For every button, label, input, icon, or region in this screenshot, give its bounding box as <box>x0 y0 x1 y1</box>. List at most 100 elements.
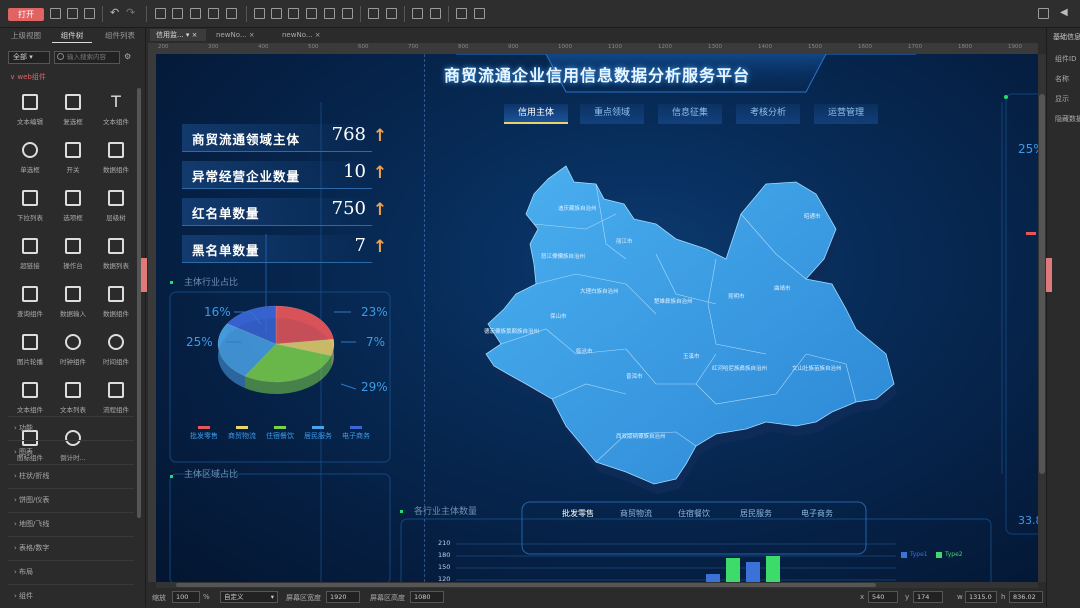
publish-icon[interactable]: ◀ <box>1060 7 1068 18</box>
category-item[interactable]: › 地图/飞线 <box>8 512 134 536</box>
web-group-header[interactable]: ∨ web组件 <box>10 72 46 82</box>
nav-credit-subject[interactable]: 信用主体 <box>504 104 568 124</box>
zoom-input[interactable]: 100 <box>172 591 200 603</box>
widget-data-list[interactable]: 数据列表 <box>96 238 136 282</box>
tab-doc-1[interactable]: 信用监... ▾ × <box>150 29 206 41</box>
x-input[interactable]: 540 <box>868 591 898 603</box>
scroll-thumb[interactable] <box>176 583 876 587</box>
align-vcenter-icon[interactable] <box>324 8 335 19</box>
align-hcenter-icon[interactable] <box>271 8 282 19</box>
distribute-h-icon[interactable] <box>368 8 379 19</box>
bring-front-icon[interactable] <box>412 8 423 19</box>
category-item[interactable]: › 柱状/折线 <box>8 464 134 488</box>
bottom-tab[interactable]: 批发零售 <box>562 508 594 519</box>
align-top-icon[interactable] <box>306 8 317 19</box>
widget-clock[interactable]: 时钟组件 <box>53 334 93 378</box>
bottom-tab[interactable]: 居民服务 <box>740 508 772 519</box>
widget-text-component[interactable]: T 文本组件 <box>96 94 136 138</box>
width-input[interactable]: 1920 <box>326 591 360 603</box>
category-item[interactable]: › 布局 <box>8 560 134 584</box>
align-right-edge-icon[interactable] <box>288 8 299 19</box>
nav-assessment[interactable]: 考核分析 <box>736 104 800 124</box>
component-panel: 上级视图 组件树 组件列表 全部 ▾ 输入搜索内容 ⚙ ∨ web组件 文本编辑… <box>0 28 146 607</box>
left-collapse-handle[interactable] <box>141 258 147 292</box>
category-item[interactable]: › 饼图/仪表 <box>8 488 134 512</box>
yunnan-map[interactable] <box>485 165 897 494</box>
widget-hyperlink[interactable]: 超链接 <box>10 238 50 282</box>
save-as-icon[interactable] <box>67 8 78 19</box>
widget-query[interactable]: 查询组件 <box>10 286 50 330</box>
align-right-icon[interactable] <box>226 8 237 19</box>
filter-select[interactable]: 全部 ▾ <box>8 51 50 64</box>
widget-tree[interactable]: 层级树 <box>96 190 136 234</box>
prop-visible[interactable]: 显示 <box>1055 94 1080 104</box>
left-scrollbar[interactable] <box>137 88 141 518</box>
align-bottom-icon[interactable] <box>342 8 353 19</box>
category-item[interactable]: › 图表 <box>8 440 134 464</box>
ruler-tick: 1500 <box>808 44 822 50</box>
preview-icon[interactable] <box>1038 8 1049 19</box>
pie-slice[interactable] <box>275 305 334 345</box>
undo-icon[interactable]: ↶ <box>110 6 119 19</box>
distribute-v-icon[interactable] <box>386 8 397 19</box>
redo-icon[interactable]: ↷ <box>126 6 135 19</box>
y-input[interactable]: 174 <box>913 591 943 603</box>
category-item[interactable]: › 表格/数字 <box>8 536 134 560</box>
align-center-icon[interactable] <box>208 8 219 19</box>
nav-key-field[interactable]: 重点领域 <box>580 104 644 124</box>
up-arrow-icon: ↑ <box>372 200 388 220</box>
widget-dropdown[interactable]: 下拉列表 <box>10 190 50 234</box>
widget-data-input[interactable]: 数据输入 <box>53 286 93 330</box>
send-back-icon[interactable] <box>430 8 441 19</box>
widget-label: 复选框 <box>63 118 83 126</box>
nav-operations[interactable]: 运营管理 <box>814 104 878 124</box>
widget-option-box[interactable]: 选项框 <box>53 190 93 234</box>
scroll-thumb[interactable] <box>1039 94 1045 474</box>
mode-select[interactable]: 自定义 ▾ <box>220 591 278 603</box>
widget-carousel[interactable]: 图片轮播 <box>10 334 50 378</box>
widget-checkbox[interactable]: 复选框 <box>53 94 93 138</box>
widget-data-component[interactable]: 数据组件 <box>96 142 136 186</box>
save-all-icon[interactable] <box>84 8 95 19</box>
tab-doc-2[interactable]: newNo... × <box>210 29 274 41</box>
bottom-tab[interactable]: 电子商务 <box>801 508 833 519</box>
bar-chart[interactable] <box>456 543 896 582</box>
text-color-icon[interactable] <box>155 8 166 19</box>
settings-icon[interactable]: ⚙ <box>124 52 131 61</box>
tab-doc-3[interactable]: newNo... × <box>276 29 340 41</box>
bottom-tab[interactable]: 商贸物流 <box>620 508 652 519</box>
nav-info-collection[interactable]: 信息征集 <box>658 104 722 124</box>
lock-icon[interactable] <box>456 8 467 19</box>
canvas-vertical-scrollbar[interactable] <box>1038 54 1046 582</box>
h-input[interactable]: 836.02 <box>1009 591 1043 603</box>
category-item[interactable]: › 功能 <box>8 416 134 440</box>
widget-text-edit[interactable]: 文本编辑 <box>10 94 50 138</box>
widget-switch[interactable]: 开关 <box>53 142 93 186</box>
align-left-edge-icon[interactable] <box>254 8 265 19</box>
right-collapse-handle[interactable] <box>1046 258 1052 292</box>
pie-chart[interactable] <box>217 305 335 394</box>
widget-console[interactable]: 操作台 <box>53 238 93 282</box>
widget-radio[interactable]: 单选框 <box>10 142 50 186</box>
open-button[interactable]: 打开 <box>8 8 44 21</box>
widget-time[interactable]: 时间组件 <box>96 334 136 378</box>
height-input[interactable]: 1080 <box>410 591 444 603</box>
save-icon[interactable] <box>50 8 61 19</box>
dashboard-canvas[interactable]: 商贸流通企业信用信息数据分析服务平台 信用主体 重点领域 信息征集 考核分析 运… <box>156 54 1038 582</box>
search-input[interactable]: 输入搜索内容 <box>54 51 120 64</box>
tab-component-tree[interactable]: 组件树 <box>52 30 92 43</box>
w-input[interactable]: 1315.0 <box>965 591 997 603</box>
tab-parent-view[interactable]: 上级视图 <box>6 30 46 43</box>
bar[interactable] <box>766 556 780 582</box>
align-left-icon[interactable] <box>190 8 201 19</box>
unlock-icon[interactable] <box>474 8 485 19</box>
prop-hidden-data[interactable]: 隐藏数据 <box>1055 114 1080 124</box>
text-bg-icon[interactable] <box>172 8 183 19</box>
tab-component-list[interactable]: 组件列表 <box>98 30 142 43</box>
bottom-tab[interactable]: 住宿餐饮 <box>678 508 710 519</box>
widget-data-component-2[interactable]: 数据组件 <box>96 286 136 330</box>
bar[interactable] <box>746 562 760 582</box>
bar[interactable] <box>706 574 720 582</box>
category-item[interactable]: › 组件 <box>8 584 134 608</box>
bar[interactable] <box>726 558 740 582</box>
